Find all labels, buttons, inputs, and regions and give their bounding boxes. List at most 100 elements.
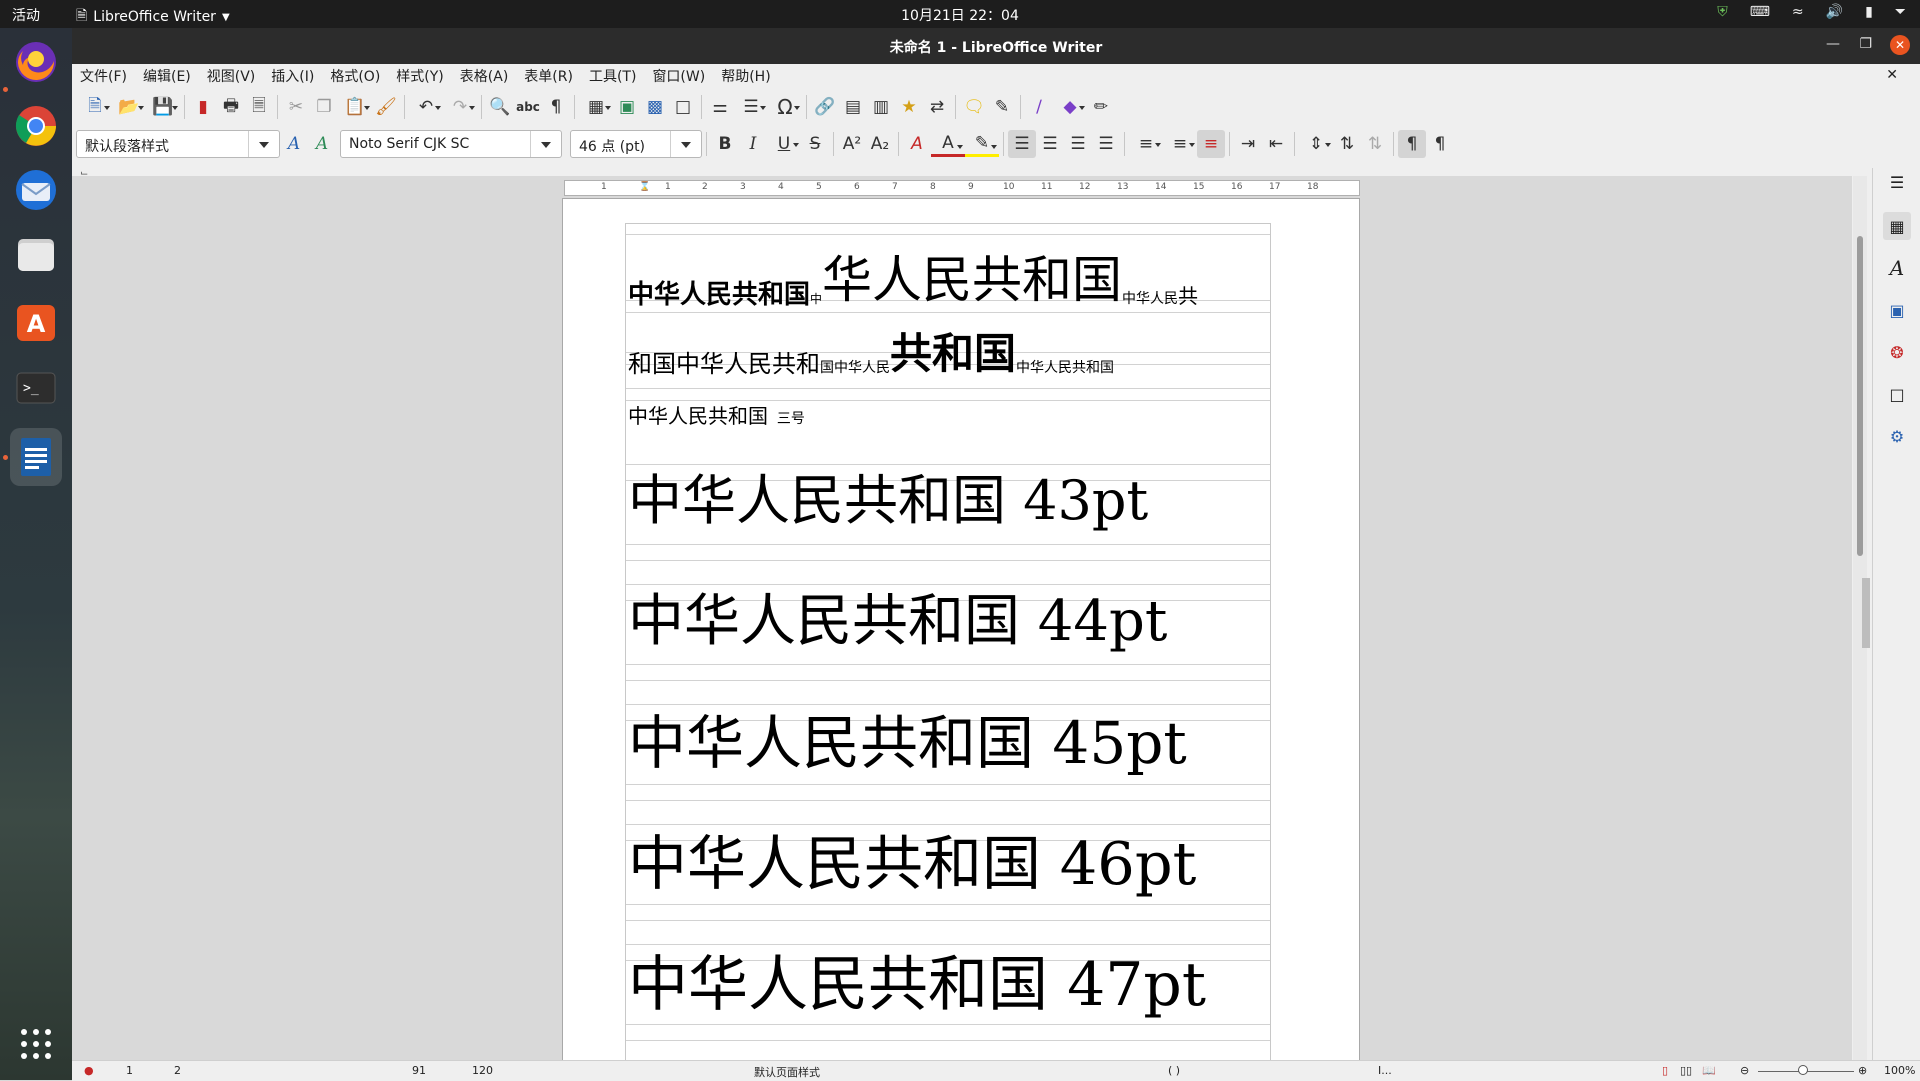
save-icon[interactable]: 💾 — [146, 93, 180, 121]
terminal-icon[interactable]: >_ — [10, 362, 62, 414]
navigator-icon[interactable]: ❂ — [1883, 338, 1911, 366]
align-left-icon[interactable]: ☰ — [1008, 130, 1036, 158]
menu-edit[interactable]: 编辑(E) — [135, 66, 199, 86]
font-name-select[interactable]: Noto Serif CJK SC — [340, 130, 562, 158]
clear-formatting-icon[interactable]: A — [903, 130, 931, 158]
font-color-icon[interactable]: A — [931, 132, 965, 157]
menu-insert[interactable]: 插入(I) — [263, 66, 322, 86]
paste-icon[interactable]: 📋 — [338, 93, 372, 121]
chevron-down-icon[interactable] — [248, 131, 279, 157]
spelling-icon[interactable]: abc — [514, 93, 542, 121]
multi-page-view-icon[interactable]: ▯▯ — [1680, 1064, 1692, 1077]
indent-marker-icon[interactable]: ⌛ — [639, 182, 650, 192]
firefox-icon[interactable] — [10, 36, 62, 88]
styles-icon[interactable]: A — [1883, 254, 1911, 282]
formatting-marks-icon[interactable]: ¶ — [542, 93, 570, 121]
insert-textbox-icon[interactable]: □ — [669, 93, 697, 121]
basic-shapes-icon[interactable]: ◆ — [1053, 93, 1087, 121]
underline-icon[interactable]: U — [767, 130, 801, 158]
new-document-icon[interactable]: 🗎 — [78, 93, 112, 121]
strikethrough-icon[interactable]: S — [801, 130, 829, 158]
shield-icon[interactable]: ⛨ — [1717, 4, 1728, 20]
page-icon[interactable]: □ — [1883, 380, 1911, 408]
horizontal-ruler[interactable]: 1 ⌛ 1 2 3 4 5 6 7 8 9 10 11 12 13 14 15 … — [564, 180, 1360, 196]
find-replace-icon[interactable]: 🔍 — [486, 93, 514, 121]
word-count[interactable]: 91 — [412, 1064, 426, 1077]
text-line-46pt[interactable]: 中华人民共和国 46pt — [628, 816, 1196, 901]
zoom-out-icon[interactable]: ⊖ — [1740, 1064, 1749, 1077]
gallery-icon[interactable]: ▣ — [1883, 296, 1911, 324]
footnote-icon[interactable]: ▤ — [839, 93, 867, 121]
track-changes-icon[interactable]: ✎ — [988, 93, 1016, 121]
ltr-paragraph-icon[interactable]: ¶ — [1398, 130, 1426, 158]
menu-styles[interactable]: 样式(Y) — [388, 66, 451, 86]
app-menu[interactable]: 🗎 LibreOffice Writer ▼ — [76, 5, 230, 29]
power-icon[interactable]: ⏷ — [1895, 4, 1906, 20]
menu-help[interactable]: 帮助(H) — [713, 66, 778, 86]
draw-functions-icon[interactable]: ✏ — [1087, 93, 1115, 121]
chrome-icon[interactable] — [10, 100, 62, 152]
copy-icon[interactable]: ❐ — [310, 93, 338, 121]
document-page[interactable]: 中华人民共和国中华人民共和国中华人民共 和国中华人民共和国中华人民共和国中华人民… — [562, 198, 1360, 1062]
text-line-43pt[interactable]: 中华人民共和国 43pt — [628, 456, 1148, 535]
page-number[interactable]: 1 — [126, 1064, 133, 1077]
properties-icon[interactable]: ▦ — [1883, 212, 1911, 240]
decrease-indent-icon[interactable]: ⇤ — [1262, 130, 1290, 158]
scrollbar-thumb[interactable] — [1857, 236, 1863, 556]
document-modified-icon[interactable]: ● — [84, 1064, 94, 1077]
menu-format[interactable]: 格式(O) — [322, 66, 388, 86]
system-tray[interactable]: ⛨ ⌨ ≈ 🔊 ▮ ⏷ — [1717, 4, 1906, 20]
activities-button[interactable]: 活动 — [12, 5, 40, 25]
writer-icon[interactable] — [10, 428, 62, 486]
insert-table-icon[interactable]: ▦ — [579, 93, 613, 121]
text-line-47pt[interactable]: 中华人民共和国 47pt — [628, 936, 1206, 1023]
menu-tools[interactable]: 工具(T) — [581, 66, 644, 86]
page-style[interactable]: 默认页面样式 — [754, 1064, 820, 1080]
cut-icon[interactable]: ✂ — [282, 93, 310, 121]
menu-window[interactable]: 窗口(W) — [644, 66, 713, 86]
files-icon[interactable] — [10, 228, 62, 280]
font-size-select[interactable]: 46 点 (pt) — [570, 130, 702, 158]
title-bar[interactable]: 未命名 1 - LibreOffice Writer — ❐ ✕ — [72, 28, 1920, 64]
chevron-down-icon[interactable] — [530, 131, 561, 157]
line-spacing-icon[interactable]: ⇕ — [1299, 130, 1333, 158]
chevron-down-icon[interactable] — [670, 131, 701, 157]
style-inspector-icon[interactable]: ⚙ — [1883, 422, 1911, 450]
endnote-icon[interactable]: ▥ — [867, 93, 895, 121]
paragraph-spacing-increase-icon[interactable]: ⇅ — [1333, 130, 1361, 158]
update-style-icon[interactable]: A — [280, 130, 308, 158]
rtl-paragraph-icon[interactable]: ¶ — [1426, 130, 1454, 158]
document-area[interactable]: 1 ⌛ 1 2 3 4 5 6 7 8 9 10 11 12 13 14 15 … — [72, 176, 1852, 1062]
bold-icon[interactable]: B — [711, 130, 739, 158]
text-line-1[interactable]: 中华人民共和国中华人民共和国中华人民共 — [628, 246, 1198, 318]
text-line-2[interactable]: 和国中华人民共和国中华人民共和国中华人民共和国 — [628, 324, 1114, 385]
italic-icon[interactable]: I — [739, 130, 767, 158]
ordered-list-icon[interactable]: ≡ — [1163, 130, 1197, 158]
insert-image-icon[interactable]: ▣ — [613, 93, 641, 121]
volume-icon[interactable]: 🔊 — [1826, 4, 1843, 20]
outline-icon[interactable]: ≡ — [1197, 130, 1225, 158]
minimize-button[interactable]: — — [1826, 36, 1840, 52]
line-icon[interactable]: ∕ — [1025, 93, 1053, 121]
undo-icon[interactable]: ↶ — [409, 93, 443, 121]
software-store-icon[interactable]: A — [10, 296, 62, 348]
thunderbird-icon[interactable] — [10, 164, 62, 216]
maximize-button[interactable]: ❐ — [1859, 36, 1872, 52]
clone-formatting-icon[interactable]: 🖌 — [372, 93, 400, 121]
paragraph-style-select[interactable]: 默认段落样式 — [76, 130, 280, 158]
clock[interactable]: 10月21日 22：04 — [0, 5, 1920, 25]
sidebar-collapse-handle[interactable] — [1862, 578, 1870, 648]
language[interactable]: ( ) — [1168, 1064, 1180, 1077]
align-center-icon[interactable]: ☰ — [1036, 130, 1064, 158]
text-boundary[interactable]: 中华人民共和国中华人民共和国中华人民共 和国中华人民共和国中华人民共和国中华人民… — [625, 223, 1271, 1062]
insert-field-icon[interactable]: ☰ — [734, 93, 768, 121]
close-button[interactable]: ✕ — [1890, 35, 1910, 55]
export-pdf-icon[interactable]: ▮ — [189, 93, 217, 121]
unordered-list-icon[interactable]: ≡ — [1129, 130, 1163, 158]
insert-mode[interactable]: I... — [1378, 1064, 1392, 1077]
print-icon[interactable]: 🖶 — [217, 93, 245, 121]
special-character-icon[interactable]: Ω — [768, 93, 802, 121]
page-break-icon[interactable]: ⚌ — [706, 93, 734, 121]
sidebar-menu-icon[interactable]: ☰ — [1883, 168, 1911, 196]
open-icon[interactable]: 📂 — [112, 93, 146, 121]
